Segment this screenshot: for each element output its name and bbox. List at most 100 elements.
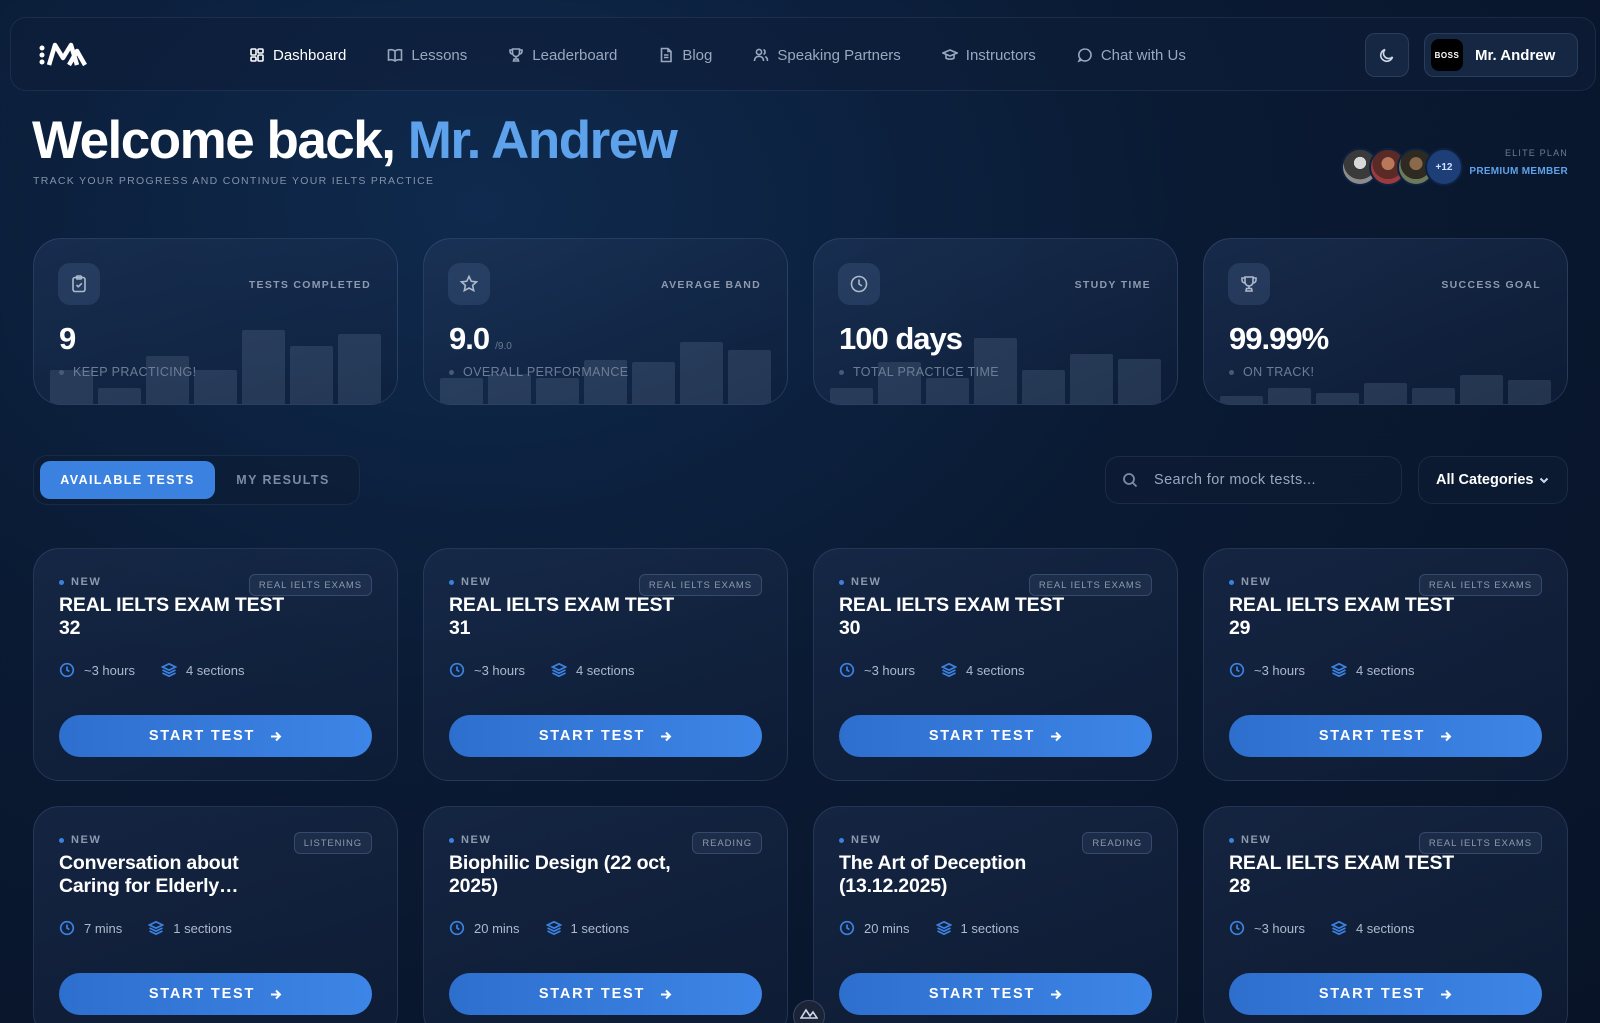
stat-bar bbox=[1268, 388, 1311, 404]
test-card[interactable]: NEW REAL IELTS EXAMS REAL IELTS EXAM TEST … bbox=[813, 548, 1178, 781]
stat-bar bbox=[290, 346, 333, 404]
stat-bar bbox=[632, 362, 675, 404]
nav-link-label: Blog bbox=[682, 46, 713, 64]
stat-bar bbox=[1220, 396, 1263, 404]
category-select[interactable]: All Categories bbox=[1418, 456, 1568, 504]
stat-bar bbox=[440, 378, 483, 404]
category-badge: REAL IELTS EXAMS bbox=[248, 574, 372, 596]
graduation-cap-icon bbox=[941, 49, 958, 60]
avatar: BOSS bbox=[1431, 39, 1463, 71]
nav-link-chat[interactable]: Chat with Us bbox=[1077, 47, 1186, 64]
chat-icon bbox=[1077, 48, 1092, 63]
test-card[interactable]: NEW REAL IELTS EXAMS REAL IELTS EXAM TEST … bbox=[1203, 548, 1568, 781]
start-test-button[interactable]: START TEST bbox=[449, 715, 762, 757]
app-logo[interactable] bbox=[39, 42, 89, 68]
stat-bar bbox=[536, 378, 579, 404]
top-navbar: Dashboard Lessons Leaderboard Blog Speak… bbox=[10, 17, 1596, 91]
sections-count: 1 sections bbox=[935, 920, 1019, 936]
stat-bar bbox=[1508, 380, 1551, 404]
plan-label: ELITE PLAN bbox=[1504, 148, 1568, 158]
stat-value: 100 days bbox=[839, 321, 963, 356]
sections-count: 1 sections bbox=[545, 920, 629, 936]
category-selected: All Categories bbox=[1436, 472, 1534, 488]
start-test-button[interactable]: START TEST bbox=[449, 973, 762, 1015]
stat-label: STUDY TIME bbox=[1074, 279, 1151, 291]
start-test-button[interactable]: START TEST bbox=[1229, 973, 1542, 1015]
greeting-name: Mr. Andrew bbox=[407, 111, 678, 170]
stat-bar bbox=[830, 388, 873, 404]
nav-link-label: Lessons bbox=[411, 46, 468, 64]
theme-toggle-button[interactable] bbox=[1365, 33, 1409, 77]
document-icon bbox=[661, 47, 673, 63]
sections-count: 4 sections bbox=[1330, 920, 1415, 936]
stat-card-success-goal: SUCCESS GOAL 99.99% ON TRACK! bbox=[1203, 238, 1568, 405]
stat-note: KEEP PRACTICING! bbox=[59, 365, 197, 379]
category-badge: READING bbox=[1082, 832, 1152, 854]
member-avatars[interactable]: +12 bbox=[1341, 148, 1463, 186]
stat-bars bbox=[50, 324, 381, 404]
nav-link-lessons[interactable]: Lessons bbox=[387, 47, 467, 64]
layers-icon bbox=[148, 920, 165, 936]
trophy-icon bbox=[1228, 263, 1270, 305]
user-menu-button[interactable]: BOSS Mr. Andrew bbox=[1424, 33, 1578, 77]
stat-bar bbox=[1316, 392, 1359, 404]
start-test-button[interactable]: START TEST bbox=[59, 715, 372, 757]
category-badge: LISTENING bbox=[293, 832, 372, 854]
duration: 20 mins bbox=[449, 920, 520, 936]
test-card[interactable]: NEW READING Biophilic Design (22 oct, 2025… bbox=[423, 806, 788, 1023]
clock-icon bbox=[59, 920, 75, 936]
nav-link-label: Leaderboard bbox=[532, 46, 618, 64]
stat-bar bbox=[1412, 388, 1455, 404]
plan-tier: PREMIUM MEMBER bbox=[1469, 166, 1568, 177]
stat-label: TESTS COMPLETED bbox=[248, 279, 371, 291]
duration: ~3 hours bbox=[449, 662, 525, 678]
test-card[interactable]: NEW REAL IELTS EXAMS REAL IELTS EXAM TEST … bbox=[33, 548, 398, 781]
test-title: Conversation about Caring for Elderly Mo… bbox=[59, 852, 239, 897]
start-test-button[interactable]: START TEST bbox=[59, 973, 372, 1015]
test-meta: 20 mins 1 sections bbox=[449, 920, 629, 936]
stat-value: 99.99% bbox=[1229, 321, 1329, 356]
tab-my-results[interactable]: MY RESULTS bbox=[215, 461, 351, 499]
test-card[interactable]: NEW READING The Art of Deception (13.12.20… bbox=[813, 806, 1178, 1023]
test-meta: ~3 hours 4 sections bbox=[59, 662, 245, 678]
test-card[interactable]: NEW REAL IELTS EXAMS REAL IELTS EXAM TEST … bbox=[1203, 806, 1568, 1023]
mountain-logo-icon bbox=[800, 1008, 818, 1019]
arrow-right-icon bbox=[1051, 731, 1062, 741]
nav-link-leaderboard[interactable]: Leaderboard bbox=[508, 47, 617, 64]
test-card[interactable]: NEW LISTENING Conversation about Caring fo… bbox=[33, 806, 398, 1023]
new-tag: NEW bbox=[449, 834, 491, 846]
test-meta: ~3 hours 4 sections bbox=[1229, 662, 1415, 678]
book-icon bbox=[388, 48, 403, 62]
clock-icon bbox=[449, 920, 465, 936]
stat-bar bbox=[194, 370, 237, 404]
test-meta: ~3 hours 4 sections bbox=[449, 662, 635, 678]
clock-icon bbox=[1229, 920, 1245, 936]
search-input[interactable] bbox=[1154, 472, 1384, 488]
stat-bar bbox=[98, 388, 141, 404]
star-icon bbox=[448, 263, 490, 305]
nav-link-dashboard[interactable]: Dashboard bbox=[249, 47, 346, 64]
start-test-button[interactable]: START TEST bbox=[1229, 715, 1542, 757]
nav-link-instructors[interactable]: Instructors bbox=[941, 47, 1036, 64]
stat-bar bbox=[1118, 359, 1161, 404]
stat-bar bbox=[728, 349, 771, 404]
nav-link-blog[interactable]: Blog bbox=[658, 47, 712, 64]
stat-value: 9.0/9.0 bbox=[449, 321, 512, 356]
stat-bar bbox=[1070, 354, 1113, 404]
stat-note: TOTAL PRACTICE TIME bbox=[839, 365, 999, 379]
stat-label: AVERAGE BAND bbox=[661, 279, 761, 291]
nav-link-speaking-partners[interactable]: Speaking Partners bbox=[753, 46, 901, 64]
nav-link-label: Speaking Partners bbox=[777, 46, 901, 64]
duration: ~3 hours bbox=[1229, 662, 1305, 678]
test-title: REAL IELTS EXAM TEST 29 bbox=[1229, 594, 1454, 639]
test-card[interactable]: NEW REAL IELTS EXAMS REAL IELTS EXAM TEST … bbox=[423, 548, 788, 781]
start-test-button[interactable]: START TEST bbox=[839, 715, 1152, 757]
sections-count: 4 sections bbox=[550, 662, 635, 678]
stat-bar bbox=[1364, 383, 1407, 404]
tab-available-tests[interactable]: AVAILABLE TESTS bbox=[40, 461, 215, 499]
test-title: Biophilic Design (22 oct, 2025) bbox=[449, 852, 671, 897]
layers-icon bbox=[550, 662, 567, 678]
clock-icon bbox=[59, 662, 75, 678]
test-meta: ~3 hours 4 sections bbox=[839, 662, 1025, 678]
start-test-button[interactable]: START TEST bbox=[839, 973, 1152, 1015]
